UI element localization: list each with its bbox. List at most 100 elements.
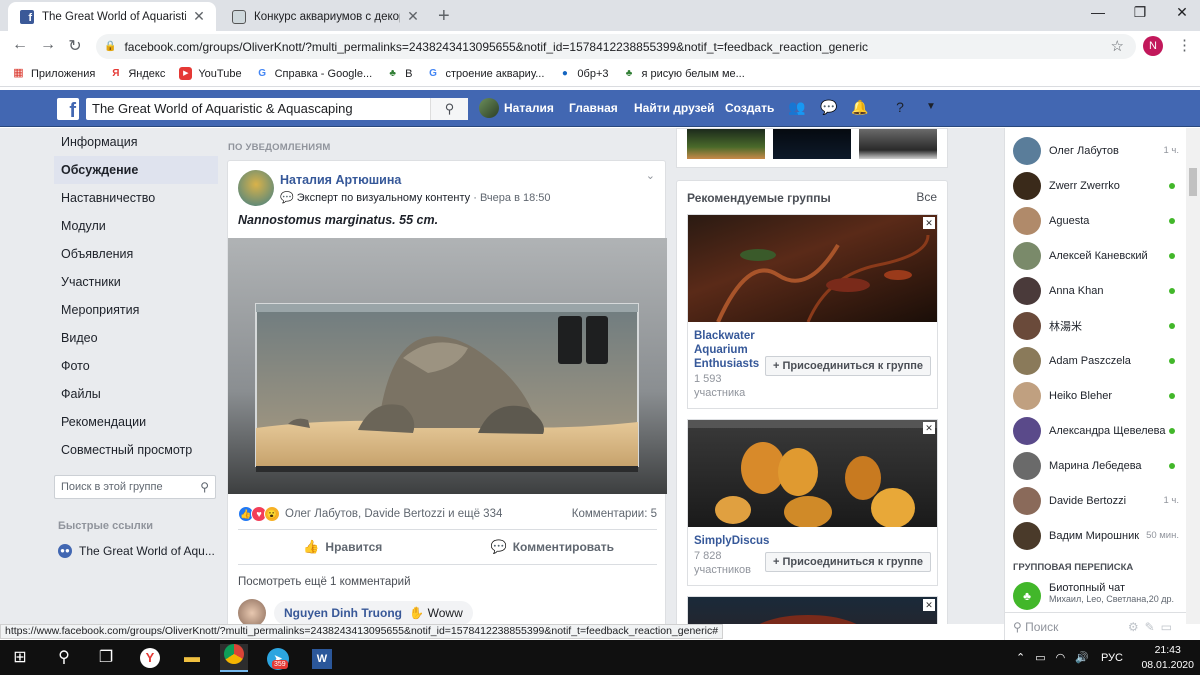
chat-contact[interactable]: 林湯米: [1005, 308, 1187, 343]
telegram-icon[interactable]: ➤ 359: [264, 644, 292, 672]
profile-link[interactable]: Наталия: [504, 101, 554, 115]
chat-contact[interactable]: Александра Щевелева: [1005, 413, 1187, 448]
windows-start-icon[interactable]: ⊞: [6, 644, 34, 672]
nav-watch-party[interactable]: Совместный просмотр: [54, 436, 218, 464]
nav-photos[interactable]: Фото: [54, 352, 218, 380]
wifi-icon[interactable]: ◠: [1056, 651, 1066, 664]
chrome-icon[interactable]: [220, 644, 248, 672]
reactions-summary[interactable]: Олег Лабутов, Davide Bertozzi и ещё 334: [285, 508, 502, 520]
chat-contact[interactable]: Zwerr Zwerrko: [1005, 168, 1187, 203]
chat-scrollbar[interactable]: [1186, 128, 1200, 624]
bookmark-apps[interactable]: ▦ Приложения: [12, 67, 95, 80]
back-arrow-icon[interactable]: ←: [10, 36, 30, 54]
messenger-icon[interactable]: 💬: [820, 98, 838, 116]
photo-thumbnail[interactable]: [687, 129, 765, 159]
bookmark-star-icon[interactable]: ☆: [1111, 37, 1124, 55]
photo-thumbnail[interactable]: [859, 129, 937, 159]
group-name[interactable]: SimplyDiscus: [694, 534, 769, 548]
close-tab-icon[interactable]: ✕: [192, 8, 206, 25]
search-icon[interactable]: ⚲: [200, 476, 209, 498]
forward-arrow-icon[interactable]: →: [38, 36, 58, 54]
compose-icon[interactable]: ✎: [1145, 620, 1161, 634]
nav-video[interactable]: Видео: [54, 324, 218, 352]
chat-contact[interactable]: Олег Лабутов 1 ч.: [1005, 133, 1187, 168]
group-name[interactable]: Blackwater Aquarium Enthusiasts: [694, 329, 759, 371]
notifications-bell-icon[interactable]: 🔔: [851, 98, 869, 116]
comment-button[interactable]: 💬 Комментировать: [448, 530, 658, 564]
nav-discussion[interactable]: Обсуждение: [54, 156, 218, 184]
help-icon[interactable]: ?: [891, 98, 909, 116]
facebook-search-input[interactable]: The Great World of Aquaristic & Aquascap…: [86, 98, 468, 120]
search-icon[interactable]: ⚲: [430, 98, 468, 120]
photo-thumbnail[interactable]: [773, 129, 851, 159]
yandex-browser-icon[interactable]: Y: [136, 644, 164, 672]
chat-contact[interactable]: Anna Khan: [1005, 273, 1187, 308]
group-cover-image[interactable]: ✕: [688, 420, 937, 527]
friend-requests-icon[interactable]: 👥: [788, 98, 806, 116]
nav-members[interactable]: Участники: [54, 268, 218, 296]
word-icon[interactable]: W: [308, 644, 336, 672]
group-cover-image[interactable]: ✕: [688, 597, 937, 624]
close-tab-icon[interactable]: ✕: [406, 8, 420, 25]
join-group-button[interactable]: + Присоединиться к группе: [765, 356, 931, 376]
chevron-up-icon[interactable]: ⌃: [1016, 651, 1025, 664]
chat-contact[interactable]: Алексей Каневский: [1005, 238, 1187, 273]
bookmark-yandex[interactable]: Я Яндекс: [109, 67, 165, 80]
bookmark-ya-risuyu[interactable]: ♣ я рисую белым ме...: [622, 67, 745, 80]
chat-contact[interactable]: Davide Bertozzi 1 ч.: [1005, 483, 1187, 518]
bookmark-obr[interactable]: ● 0бр+3: [558, 67, 609, 80]
chat-contact[interactable]: Aguesta: [1005, 203, 1187, 238]
scrollbar-thumb[interactable]: [1189, 168, 1197, 196]
restore-icon[interactable]: ❐: [1130, 4, 1150, 21]
close-icon[interactable]: ✕: [923, 422, 935, 434]
bookmark-youtube[interactable]: ▶ YouTube: [179, 67, 242, 80]
see-all-link[interactable]: Все: [916, 190, 937, 204]
close-window-icon[interactable]: ✕: [1172, 4, 1192, 21]
task-view-icon[interactable]: ❐: [92, 644, 120, 672]
bookmark-aquarium[interactable]: Gстроение аквариу...: [427, 67, 544, 80]
bookmark-v[interactable]: ♣ В: [386, 67, 412, 80]
post-author-avatar[interactable]: [238, 170, 274, 206]
file-explorer-icon[interactable]: ▬: [178, 644, 206, 672]
more-menu-icon[interactable]: ⋮: [1177, 36, 1192, 54]
search-icon[interactable]: ⚲: [50, 644, 78, 672]
group-cover-image[interactable]: ✕: [688, 215, 937, 322]
quick-link-group[interactable]: ●● The Great World of Aqu...: [58, 544, 215, 558]
video-icon[interactable]: ▭: [1161, 620, 1178, 634]
chat-contact[interactable]: Adam Paszczela: [1005, 343, 1187, 378]
expert-badge[interactable]: Эксперт по визуальному контенту: [297, 192, 470, 204]
post-time[interactable]: · Вчера в 18:50: [473, 192, 550, 204]
create-link[interactable]: Создать: [725, 101, 774, 115]
reload-icon[interactable]: ↻: [65, 36, 85, 56]
chat-contact[interactable]: Марина Лебедева: [1005, 448, 1187, 483]
close-icon[interactable]: ✕: [923, 599, 935, 611]
language-indicator[interactable]: РУС: [1101, 652, 1123, 664]
comments-count[interactable]: Комментарии: 5: [572, 508, 657, 520]
group-search-input[interactable]: Поиск в этой группе ⚲: [54, 475, 216, 499]
like-button[interactable]: 👍 Нравится: [238, 530, 448, 564]
minimize-icon[interactable]: —: [1088, 4, 1108, 20]
volume-icon[interactable]: 🔊: [1075, 651, 1089, 664]
group-chat-item[interactable]: ♣ Биотопный чат Михаил, Leo, Светлана,20…: [1005, 582, 1187, 610]
gear-icon[interactable]: ⚙: [1128, 620, 1145, 634]
find-friends-link[interactable]: Найти друзей: [634, 101, 714, 115]
view-more-comments-link[interactable]: Посмотреть ещё 1 комментарий: [238, 576, 411, 588]
tab-contest[interactable]: Конкурс аквариумов с декорац ✕: [220, 2, 430, 31]
aquarium-photo[interactable]: [228, 238, 667, 494]
close-icon[interactable]: ✕: [923, 217, 935, 229]
nav-events[interactable]: Мероприятия: [54, 296, 218, 324]
commenter-name[interactable]: Nguyen Dinh Truong: [284, 606, 402, 620]
home-link[interactable]: Главная: [569, 101, 618, 115]
account-dropdown-icon[interactable]: ▼: [922, 98, 940, 116]
nav-files[interactable]: Файлы: [54, 380, 218, 408]
clock[interactable]: 21:43 08.01.2020: [1141, 643, 1194, 673]
chat-search-input[interactable]: ⚲ Поиск ⚙✎▭: [1004, 612, 1186, 640]
chat-contact[interactable]: Вадим Мирошник 50 мин.: [1005, 518, 1187, 553]
join-group-button[interactable]: + Присоединиться к группе: [765, 552, 931, 572]
new-tab-button[interactable]: +: [438, 5, 450, 28]
tab-facebook-group[interactable]: f The Great World of Aquaristic & A ✕: [8, 2, 216, 31]
nav-mentorship[interactable]: Наставничество: [54, 184, 218, 212]
wow-reaction-icon[interactable]: 😮: [264, 506, 280, 522]
nav-announcements[interactable]: Объявления: [54, 240, 218, 268]
commenter-avatar[interactable]: [238, 599, 266, 624]
